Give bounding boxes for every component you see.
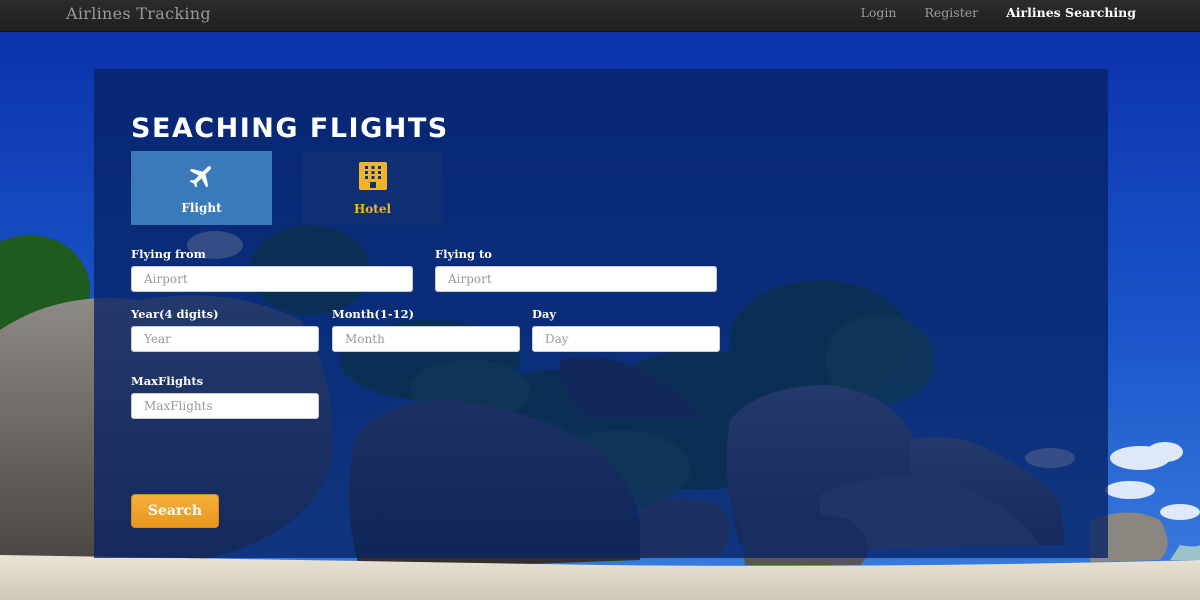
tab-flight-label: Flight <box>181 201 222 215</box>
tab-hotel[interactable]: Hotel <box>302 151 443 225</box>
tab-flight[interactable]: Flight <box>131 151 272 225</box>
day-input[interactable] <box>532 326 720 352</box>
airplane-icon <box>186 161 218 195</box>
flying-to-label: Flying to <box>435 247 492 261</box>
year-input[interactable] <box>131 326 319 352</box>
nav-airlines-searching-link[interactable]: Airlines Searching <box>1006 5 1136 20</box>
brand-link[interactable]: Airlines Tracking <box>66 4 211 23</box>
page-title: SEACHING FLIGHTS <box>131 113 449 144</box>
navbar: Airlines Tracking Login Register Airline… <box>0 0 1200 32</box>
nav-links: Login Register Airlines Searching <box>861 5 1136 20</box>
search-button[interactable]: Search <box>131 494 219 528</box>
flying-from-input[interactable] <box>131 266 413 292</box>
nav-register-link[interactable]: Register <box>924 5 978 20</box>
day-label: Day <box>532 307 557 321</box>
month-input[interactable] <box>332 326 520 352</box>
max-flights-input[interactable] <box>131 393 319 419</box>
search-panel: SEACHING FLIGHTS Flight Hotel Flying fro… <box>94 69 1108 558</box>
max-flights-label: MaxFlights <box>131 374 204 388</box>
nav-login-link[interactable]: Login <box>861 5 897 20</box>
year-label: Year(4 digits) <box>131 307 219 321</box>
month-label: Month(1-12) <box>332 307 415 321</box>
flying-from-label: Flying from <box>131 247 206 261</box>
tab-hotel-label: Hotel <box>353 202 392 216</box>
flying-to-input[interactable] <box>435 266 717 292</box>
hotel-icon <box>357 160 389 196</box>
